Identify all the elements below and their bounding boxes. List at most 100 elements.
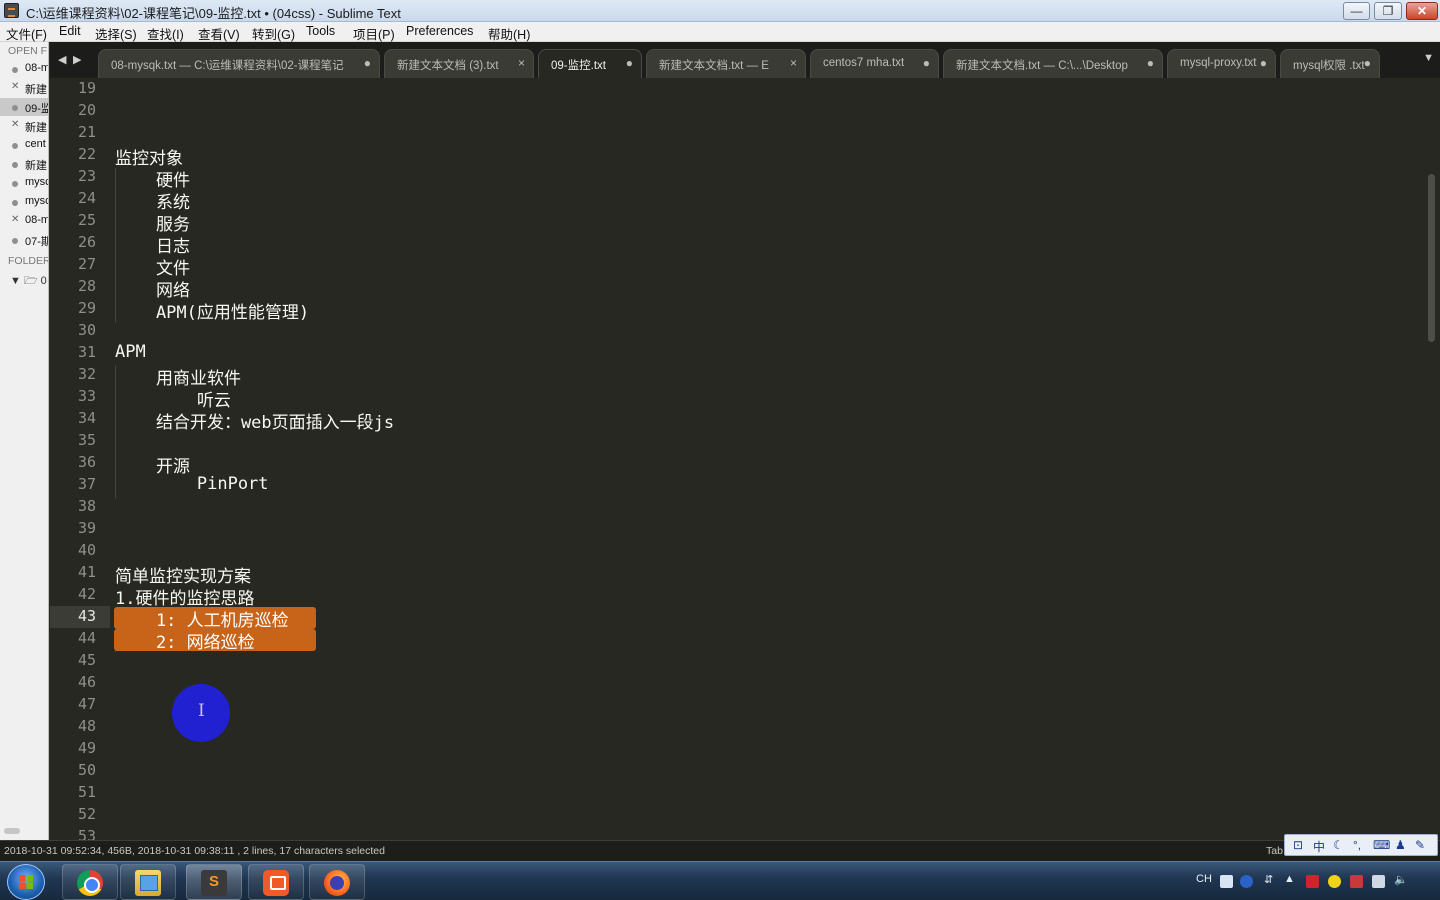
sidebar-file-item[interactable]: 09-监 bbox=[0, 98, 48, 116]
editor-tab[interactable]: 09-监控.txt ● bbox=[538, 49, 642, 78]
start-button[interactable] bbox=[7, 864, 45, 900]
editor-tab[interactable]: centos7 mha.txt ● bbox=[810, 49, 939, 78]
unsaved-dot-icon[interactable]: ● bbox=[1260, 56, 1267, 70]
code-line[interactable]: APM bbox=[115, 342, 146, 362]
ime-tray-icon[interactable] bbox=[1220, 875, 1233, 888]
editor-tab[interactable]: 08-mysqk.txt — C:\运维课程资料\02-课程笔记 ● bbox=[98, 49, 380, 78]
explorer-taskbar-button[interactable] bbox=[120, 864, 176, 900]
sidebar-file-name: 新建 bbox=[25, 122, 47, 134]
keyboard-icon[interactable]: ⌨ bbox=[1373, 838, 1390, 852]
vertical-scrollbar[interactable] bbox=[1424, 78, 1440, 840]
code-line[interactable]: 结合开发：web页面插入一段js bbox=[115, 408, 394, 433]
moon-icon[interactable]: ☾ bbox=[1333, 838, 1344, 852]
scrollbar-thumb[interactable] bbox=[1428, 174, 1435, 342]
maximize-button[interactable]: ❐ bbox=[1374, 2, 1402, 20]
sidebar-file-item[interactable]: ✕ 08-m bbox=[0, 212, 48, 230]
presentation-taskbar-button[interactable] bbox=[248, 864, 304, 900]
menu-goto[interactable]: 转到(G) bbox=[252, 24, 295, 43]
unsaved-dot-icon[interactable] bbox=[12, 143, 18, 149]
menu-edit[interactable]: Edit bbox=[59, 24, 81, 38]
code-line[interactable]: PinPort bbox=[115, 474, 269, 494]
minimize-button[interactable]: — bbox=[1343, 2, 1370, 20]
chrome-taskbar-button[interactable] bbox=[62, 864, 118, 900]
chinese-mode-icon[interactable]: 中 bbox=[1313, 838, 1325, 855]
user-icon[interactable]: ♟ bbox=[1395, 838, 1406, 852]
menu-selection[interactable]: 选择(S) bbox=[95, 24, 137, 43]
line-number: 27 bbox=[77, 255, 96, 273]
unsaved-dot-icon[interactable] bbox=[12, 67, 18, 73]
tab-label: 09-监控.txt bbox=[551, 60, 606, 72]
flag-icon[interactable] bbox=[1350, 875, 1363, 888]
sidebar-file-item[interactable]: cent bbox=[0, 136, 48, 154]
unsaved-dot-icon[interactable] bbox=[12, 105, 18, 111]
explorer-icon bbox=[135, 870, 161, 896]
sidebar-file-item[interactable]: ✕ 新建 bbox=[0, 117, 48, 135]
folder-item[interactable]: ▼ 🗁 0 bbox=[10, 272, 47, 291]
expand-triangle-icon[interactable]: ▼ bbox=[10, 275, 21, 287]
menu-project[interactable]: 项目(P) bbox=[353, 24, 395, 43]
menu-help[interactable]: 帮助(H) bbox=[488, 24, 530, 43]
tab-scroll-left-icon[interactable]: ◀ bbox=[58, 53, 66, 66]
network-icon[interactable] bbox=[1372, 875, 1385, 888]
network-tray-icon[interactable]: ⇵ bbox=[1264, 873, 1273, 886]
line-number: 51 bbox=[77, 783, 96, 801]
folder-name: 0 bbox=[40, 275, 47, 287]
sidebar-file-item[interactable]: 07-期 bbox=[0, 231, 48, 249]
editor-tab[interactable]: mysql-proxy.txt ● bbox=[1167, 49, 1276, 78]
menu-tools[interactable]: Tools bbox=[306, 24, 335, 38]
tab-close-icon[interactable]: × bbox=[790, 56, 797, 70]
code-line[interactable]: 2: 网络巡检 bbox=[115, 628, 255, 653]
volume-icon[interactable]: 🔈 bbox=[1394, 873, 1408, 886]
status-bar: 2018-10-31 09:52:34, 456B, 2018-10-31 09… bbox=[0, 840, 1440, 861]
ime-toolbar[interactable]: ⊡ 中 ☾ °, ⌨ ♟ ✎ bbox=[1284, 834, 1438, 856]
sidebar-file-item[interactable]: 08-m bbox=[0, 60, 48, 78]
tab-bar: ◀ ▶ 08-mysqk.txt — C:\运维课程资料\02-课程笔记 ● 新建文… bbox=[50, 42, 1440, 78]
editor[interactable]: 19 20 21 22 监控对象 23 硬件 24 系统 25 服务 26 日志 27 文件 28 … bbox=[50, 78, 1424, 840]
editor-tab[interactable]: mysql权限 .txt ● bbox=[1280, 49, 1380, 78]
menu-view[interactable]: 查看(V) bbox=[198, 24, 240, 43]
sidebar-file-item[interactable]: ✕ 新建 bbox=[0, 79, 48, 97]
antivirus-icon[interactable] bbox=[1306, 875, 1319, 888]
unsaved-dot-icon[interactable] bbox=[12, 200, 18, 206]
line-number: 36 bbox=[77, 453, 96, 471]
close-button[interactable]: ✕ bbox=[1406, 2, 1438, 20]
help-icon[interactable] bbox=[1240, 875, 1253, 888]
editor-tab[interactable]: 新建文本文档.txt — E × bbox=[646, 49, 806, 78]
punctuation-icon[interactable]: °, bbox=[1353, 838, 1361, 852]
sublime-app-icon[interactable] bbox=[4, 3, 19, 18]
unsaved-dot-icon[interactable]: ● bbox=[1147, 56, 1154, 70]
close-file-icon[interactable]: ✕ bbox=[11, 81, 19, 92]
tab-overflow-icon[interactable]: ▼ bbox=[1423, 52, 1434, 64]
close-file-icon[interactable]: ✕ bbox=[11, 119, 19, 130]
unsaved-dot-icon[interactable]: ● bbox=[1364, 56, 1371, 70]
unsaved-dot-icon[interactable] bbox=[12, 162, 18, 168]
unsaved-dot-icon[interactable] bbox=[12, 238, 18, 244]
line-number: 41 bbox=[77, 563, 96, 581]
unsaved-dot-icon[interactable]: ● bbox=[364, 56, 371, 70]
sidebar-file-item[interactable]: mysc bbox=[0, 193, 48, 211]
show-hidden-icons-icon[interactable]: ▲ bbox=[1284, 873, 1295, 885]
tab-close-icon[interactable]: × bbox=[518, 56, 525, 70]
menu-file[interactable]: 文件(F) bbox=[6, 24, 47, 43]
sidebar-scrollbar[interactable] bbox=[4, 828, 20, 834]
unsaved-dot-icon[interactable] bbox=[12, 181, 18, 187]
unsaved-dot-icon[interactable]: ● bbox=[626, 56, 633, 70]
editor-tab[interactable]: 新建文本文档.txt — C:\...\Desktop ● bbox=[943, 49, 1163, 78]
security-icon[interactable] bbox=[1328, 875, 1341, 888]
close-file-icon[interactable]: ✕ bbox=[11, 214, 19, 225]
menu-find[interactable]: 查找(I) bbox=[147, 24, 184, 43]
unsaved-dot-icon[interactable]: ● bbox=[923, 56, 930, 70]
sidebar-file-item[interactable]: mysc bbox=[0, 174, 48, 192]
line-number: 30 bbox=[77, 321, 96, 339]
code-line[interactable]: APM(应用性能管理) bbox=[115, 298, 309, 323]
language-indicator[interactable]: CH bbox=[1196, 873, 1212, 885]
wrench-icon[interactable]: ✎ bbox=[1415, 838, 1425, 852]
editor-tab[interactable]: 新建文本文档 (3).txt × bbox=[384, 49, 534, 78]
sidebar-file-item[interactable]: 新建 bbox=[0, 155, 48, 173]
menu-preferences[interactable]: Preferences bbox=[406, 24, 473, 38]
tab-scroll-right-icon[interactable]: ▶ bbox=[73, 53, 81, 66]
ime-toolbar-icon[interactable]: ⊡ bbox=[1293, 838, 1303, 852]
tab-size-indicator[interactable]: Tab bbox=[1266, 845, 1283, 857]
sublime-taskbar-button[interactable] bbox=[186, 864, 242, 900]
firefox-taskbar-button[interactable] bbox=[309, 864, 365, 900]
